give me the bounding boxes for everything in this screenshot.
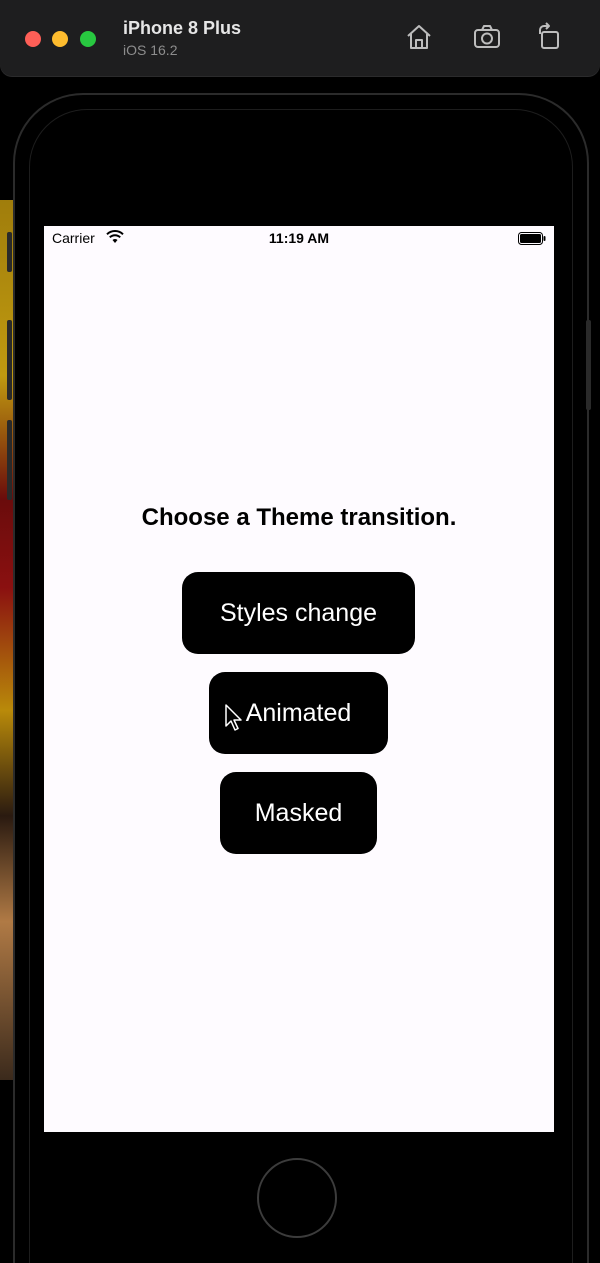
battery-icon	[518, 232, 546, 245]
styles-change-button[interactable]: Styles change	[182, 572, 415, 654]
volume-up-button	[7, 320, 12, 400]
os-version: iOS 16.2	[123, 42, 178, 58]
close-window-button[interactable]	[25, 31, 41, 47]
page-title: Choose a Theme transition.	[141, 504, 457, 531]
minimize-window-button[interactable]	[52, 31, 68, 47]
status-bar: Carrier 11:19 AM	[44, 226, 554, 250]
camera-icon[interactable]	[472, 22, 502, 52]
status-time: 11:19 AM	[268, 230, 330, 246]
home-icon[interactable]	[404, 22, 434, 52]
simulator-title-bar: iPhone 8 Plus iOS 16.2	[0, 0, 600, 76]
rotate-icon[interactable]	[534, 22, 564, 52]
zoom-window-button[interactable]	[80, 31, 96, 47]
device-screen: Carrier 11:19 AM Choose a Theme transiti…	[44, 226, 554, 1132]
home-button[interactable]	[257, 1158, 337, 1238]
power-button	[586, 320, 591, 410]
mouse-pointer-icon	[225, 704, 243, 732]
mute-switch	[7, 232, 12, 272]
volume-down-button	[7, 420, 12, 500]
masked-button[interactable]: Masked	[220, 772, 377, 854]
device-name: iPhone 8 Plus	[123, 18, 242, 38]
